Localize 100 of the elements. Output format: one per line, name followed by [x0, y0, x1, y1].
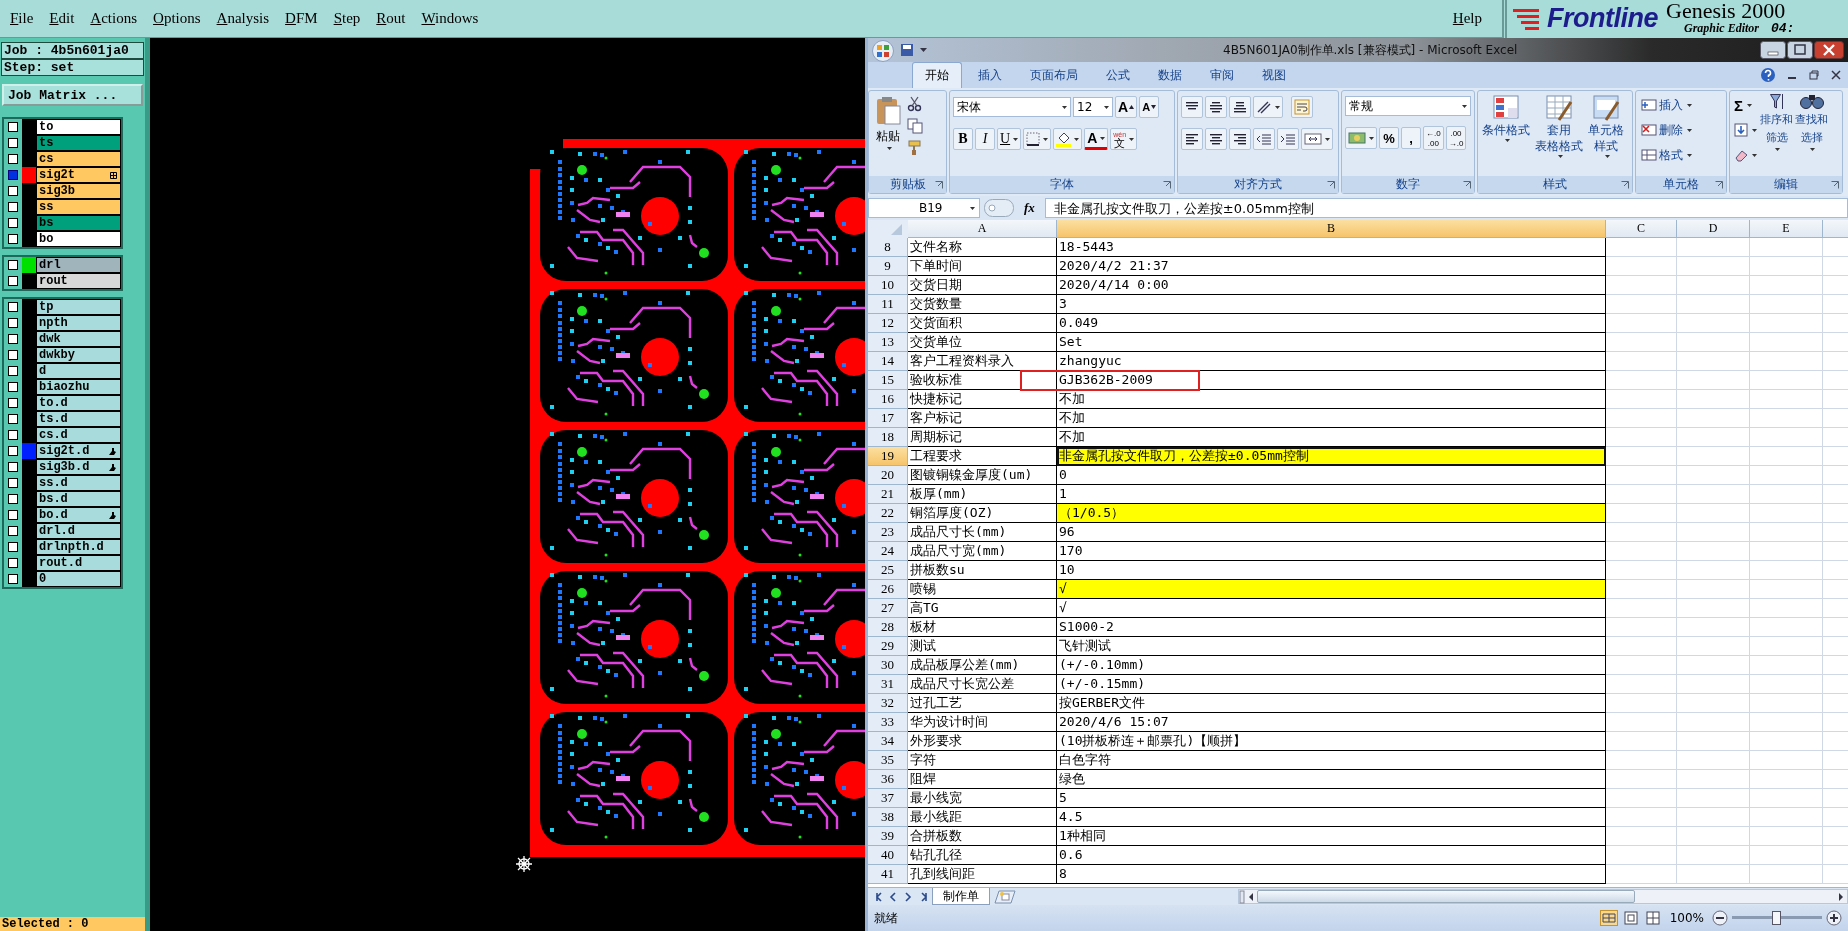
formula-field[interactable]: 非金属孔按文件取刀，公差按±0.05mm控制 [1044, 198, 1848, 218]
dialog-launcher-icon[interactable] [1715, 181, 1723, 189]
row-header[interactable]: 13 [868, 333, 908, 352]
row-header[interactable]: 9 [868, 257, 908, 276]
checkbox[interactable] [8, 398, 18, 408]
dialog-launcher-icon[interactable] [1831, 181, 1839, 189]
dialog-launcher-icon[interactable] [1621, 181, 1629, 189]
row-header[interactable]: 18 [868, 428, 908, 447]
save-icon[interactable] [900, 43, 914, 57]
row-header[interactable]: 16 [868, 390, 908, 409]
row-header[interactable]: 26 [868, 580, 908, 599]
font-color-button[interactable]: A [1084, 128, 1109, 150]
layer-button[interactable]: 0 [36, 571, 121, 587]
normal-view-icon[interactable] [1599, 910, 1618, 926]
fill-color-button[interactable] [1053, 128, 1083, 150]
checkbox[interactable] [8, 462, 18, 472]
cells-button[interactable]: 格式 [1639, 144, 1694, 166]
dialog-launcher-icon[interactable] [1163, 181, 1171, 189]
previous-sheet-icon[interactable] [887, 891, 899, 902]
style-button[interactable]: 单元格 样式 [1587, 94, 1625, 158]
zoom-in-icon[interactable] [1826, 910, 1842, 926]
checkbox[interactable] [8, 430, 18, 440]
ribbon-tab[interactable]: 视图 [1250, 63, 1298, 88]
layer-button[interactable]: bo.d [36, 507, 121, 523]
menu-item[interactable]: Edit [41, 10, 83, 27]
decrease-decimal-button[interactable]: .00 →.0 [1445, 126, 1467, 150]
layer-button[interactable]: rout.d [36, 555, 121, 571]
dialog-launcher-icon[interactable] [1327, 181, 1335, 189]
column-header[interactable]: A [908, 220, 1057, 238]
minimize-icon[interactable] [1760, 41, 1786, 59]
sheet-tab[interactable]: 制作单 [932, 888, 990, 905]
checkbox[interactable] [8, 478, 18, 488]
checkbox[interactable] [8, 446, 18, 456]
scissors-icon[interactable] [907, 96, 923, 112]
insert-function-button[interactable]: fx [1018, 200, 1041, 216]
menu-item[interactable]: Help [1444, 10, 1490, 27]
checkbox[interactable] [8, 318, 18, 328]
bold-button[interactable]: B [953, 128, 973, 150]
grow-font-button[interactable]: A [1115, 96, 1138, 118]
zoom-out-icon[interactable] [1712, 910, 1728, 926]
layer-button[interactable]: sig2t [36, 167, 121, 183]
row-header[interactable]: 17 [868, 409, 908, 428]
column-header[interactable]: D [1677, 220, 1750, 238]
column-header[interactable]: E [1750, 220, 1823, 238]
checkbox[interactable] [8, 526, 18, 536]
menu-item[interactable]: Rout [368, 10, 414, 27]
layer-button[interactable]: cs.d [36, 427, 121, 443]
restore-icon[interactable] [1808, 69, 1820, 81]
row-header[interactable]: 35 [868, 751, 908, 770]
ribbon-tab[interactable]: 公式 [1094, 63, 1142, 88]
editing-button[interactable]: 查找和 选择 [1795, 94, 1828, 151]
row-header[interactable]: 14 [868, 352, 908, 371]
align-bottom-button[interactable] [1229, 96, 1251, 118]
checkbox[interactable] [8, 260, 18, 270]
column-header[interactable]: B [1057, 220, 1606, 238]
layer-button[interactable]: dwkby [36, 347, 121, 363]
menu-item[interactable]: File [2, 10, 42, 27]
row-header[interactable]: 12 [868, 314, 908, 333]
checkbox[interactable] [8, 170, 18, 180]
ribbon-tab[interactable]: 页面布局 [1018, 63, 1090, 88]
row-header[interactable]: 32 [868, 694, 908, 713]
layer-button[interactable]: sig2t.d [36, 443, 121, 459]
checkbox[interactable] [8, 542, 18, 552]
autosum-button[interactable]: Σ [1732, 94, 1758, 116]
dialog-launcher-icon[interactable] [1463, 181, 1471, 189]
layer-button[interactable]: drl.d [36, 523, 121, 539]
layer-button[interactable]: ss [36, 199, 121, 215]
name-box[interactable]: B19 [868, 198, 980, 218]
menu-item[interactable]: Step [325, 10, 369, 27]
help-icon[interactable] [1760, 67, 1776, 83]
next-sheet-icon[interactable] [902, 891, 914, 902]
ribbon-tab[interactable]: 审阅 [1198, 63, 1246, 88]
layer-button[interactable]: sig3b [36, 183, 121, 199]
copy-icon[interactable] [907, 118, 923, 134]
checkbox[interactable] [8, 574, 18, 584]
layer-button[interactable]: ss.d [36, 475, 121, 491]
ribbon-tab[interactable]: 插入 [966, 63, 1014, 88]
merge-button[interactable] [1301, 128, 1333, 150]
align-middle-button[interactable] [1205, 96, 1227, 118]
checkbox[interactable] [8, 414, 18, 424]
row-header[interactable]: 29 [868, 637, 908, 656]
brush-icon[interactable] [907, 140, 923, 156]
checkbox[interactable] [8, 558, 18, 568]
editing-button[interactable]: 排序和 筛选 [1760, 94, 1793, 151]
align-top-button[interactable] [1181, 96, 1203, 118]
font-size-field[interactable]: 12 [1073, 97, 1113, 117]
row-header[interactable]: 24 [868, 542, 908, 561]
layer-button[interactable]: bs.d [36, 491, 121, 507]
checkbox[interactable] [8, 382, 18, 392]
row-header[interactable]: 40 [868, 846, 908, 865]
menu-item[interactable]: Analysis [208, 10, 278, 27]
layer-button[interactable]: d [36, 363, 121, 379]
menu-item[interactable]: DFM [277, 10, 326, 27]
comma-button[interactable]: , [1401, 127, 1421, 149]
column-header[interactable]: C [1606, 220, 1677, 238]
row-header[interactable]: 15 [868, 371, 908, 390]
ribbon-tab[interactable]: 开始 [912, 62, 962, 88]
maximize-icon[interactable] [1787, 41, 1813, 59]
align-right-button[interactable] [1229, 128, 1251, 150]
checkbox[interactable] [8, 366, 18, 376]
